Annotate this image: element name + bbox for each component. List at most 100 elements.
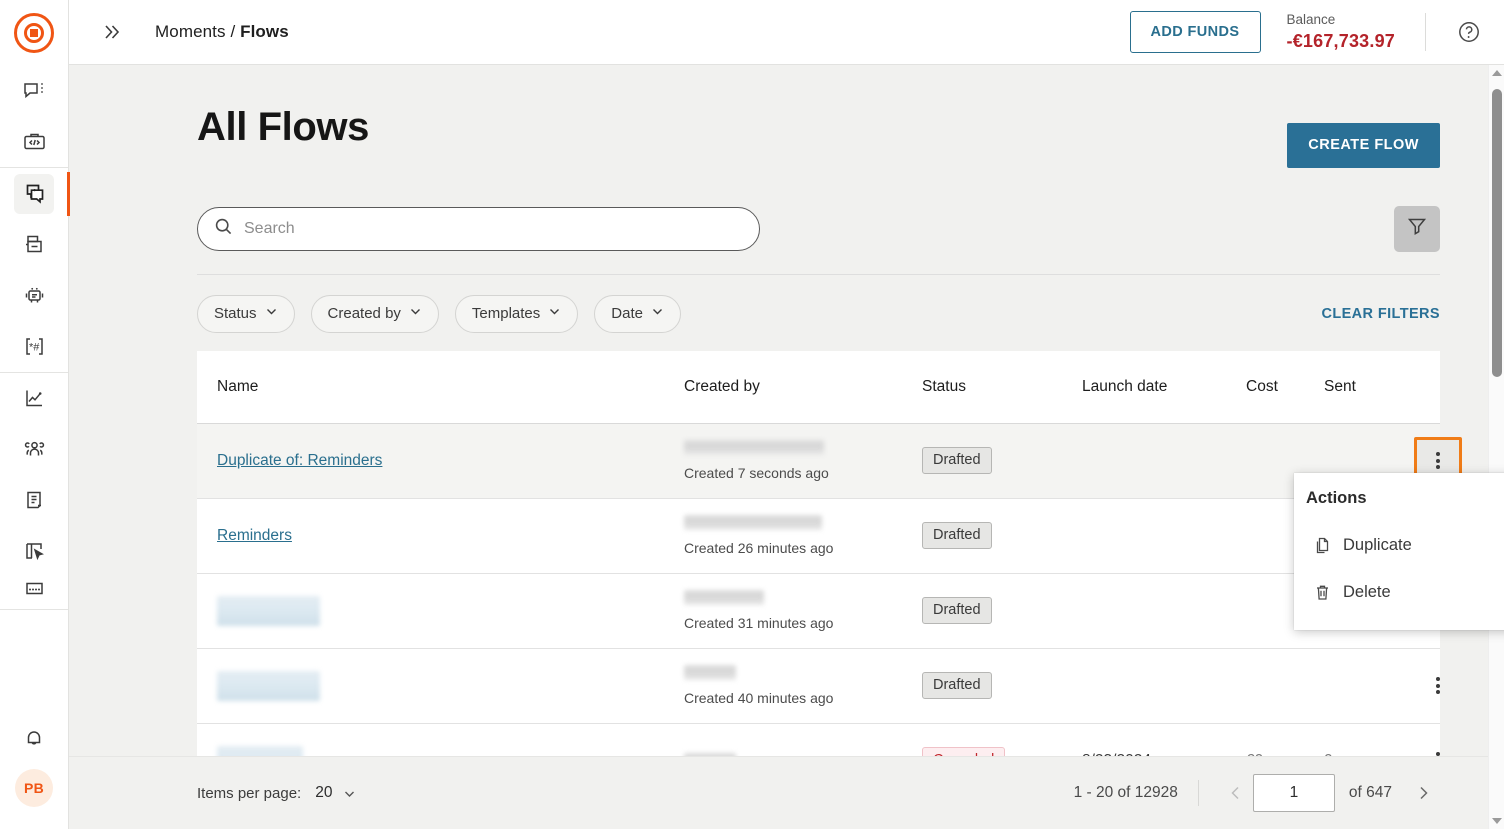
rail-group-tools (0, 373, 68, 603)
sidebar-item-bots[interactable] (0, 270, 69, 321)
shortcode-icon: *# (14, 327, 54, 367)
chevron-left-icon[interactable] (1219, 776, 1253, 810)
redacted-creator-name (684, 753, 736, 756)
filter-chip-status[interactable]: Status (197, 294, 295, 333)
search-input[interactable] (244, 219, 743, 238)
chevron-right-icon[interactable] (1406, 776, 1440, 810)
code-briefcase-icon (14, 122, 54, 162)
filter-chip-templates[interactable]: Templates (454, 294, 579, 333)
cell-name: Reminders (217, 527, 684, 545)
page-number-input[interactable] (1252, 774, 1335, 812)
cell-created-by: Created 40 minutes ago (684, 664, 922, 706)
target-logo (14, 12, 54, 53)
app-logo[interactable] (0, 0, 68, 65)
cell-sent: 0 (1324, 752, 1414, 757)
search-box[interactable] (197, 206, 760, 251)
filter-chip-label: Date (611, 305, 643, 322)
svg-text:*#: *# (29, 342, 40, 354)
filter-chip-created-by[interactable]: Created by (310, 294, 439, 333)
sidebar-item-catalog[interactable] (0, 475, 69, 526)
sidebar-item-keyboard[interactable] (0, 577, 69, 603)
notifications-bell[interactable] (0, 712, 69, 763)
body-wrapper: All Flows CREATE FLOW Search Status Crea… (69, 65, 1504, 756)
column-header-launch-date: Launch date (1082, 377, 1168, 395)
actions-dropdown: Actions Duplicate Delete (1294, 473, 1504, 630)
sidebar-item-flows[interactable] (0, 168, 70, 219)
vertical-scrollbar[interactable] (1488, 65, 1504, 829)
table-row[interactable]: Canceled 8/23/2024 €0 0 (197, 723, 1440, 757)
flows-table: Name Created by Status Launch date Cost … (197, 350, 1462, 757)
breadcrumb-separator: / (230, 22, 236, 41)
status-badge: Drafted (922, 596, 992, 625)
app-root: *# PB Moments / Flows ADD FUNDS Balance … (0, 0, 1504, 829)
pagination-bar: Items per page: 20 1 - 20 of 12928 of 64… (69, 756, 1504, 829)
sidebar-item-analytics[interactable] (0, 373, 69, 424)
balance-block: Balance -€167,733.97 (1287, 12, 1396, 53)
pager: 1 - 20 of 12928 of 647 (1074, 774, 1440, 812)
status-badge: Drafted (922, 521, 992, 550)
divider (1425, 13, 1426, 51)
cell-actions (1414, 662, 1462, 710)
cell-status: Drafted (922, 671, 1082, 700)
divider (1197, 780, 1199, 806)
cell-status: Drafted (922, 596, 1082, 625)
redacted-flow-name[interactable] (217, 745, 303, 756)
actions-menu-title: Actions (1306, 489, 1367, 507)
created-timestamp: Created 31 minutes ago (684, 614, 834, 631)
search-icon (214, 217, 233, 241)
row-actions-button[interactable] (1414, 662, 1462, 710)
menu-item-duplicate[interactable]: Duplicate (1294, 522, 1504, 569)
cell-created-by: Created 31 minutes ago (684, 589, 922, 631)
sidebar-item-broadcast[interactable] (0, 219, 69, 270)
cell-actions (1414, 737, 1462, 756)
scroll-track[interactable] (1489, 81, 1504, 813)
table-row[interactable]: Reminders Created 26 minutes ago Drafted (197, 498, 1440, 574)
scroll-thumb[interactable] (1491, 89, 1502, 377)
cell-launch-date: 8/23/2024 (1082, 752, 1246, 757)
sidebar-item-audience[interactable] (0, 424, 69, 475)
top-bar: Moments / Flows ADD FUNDS Balance -€167,… (69, 0, 1504, 65)
cell-name (217, 670, 684, 701)
redacted-flow-name[interactable] (217, 670, 320, 701)
breadcrumb-current: Flows (240, 22, 289, 41)
copy-document-icon (1313, 536, 1343, 555)
filter-toggle-button[interactable] (1394, 205, 1440, 252)
redacted-flow-name[interactable] (217, 595, 320, 626)
cell-created-by: Created 7 seconds ago (684, 439, 922, 481)
items-per-page[interactable]: Items per page: 20 (197, 784, 357, 802)
filter-chip-label: Status (214, 305, 257, 322)
trash-icon (1313, 583, 1343, 602)
funnel-icon (1406, 215, 1428, 242)
breadcrumb-parent[interactable]: Moments (155, 22, 226, 41)
balance-label: Balance (1286, 11, 1336, 27)
table-row[interactable]: Duplicate of: Reminders Created 7 second… (197, 423, 1462, 499)
menu-item-delete[interactable]: Delete (1294, 569, 1504, 616)
scroll-up-button[interactable] (1489, 65, 1504, 81)
row-actions-button[interactable] (1414, 737, 1462, 756)
search-row (197, 205, 1440, 252)
items-per-page-value: 20 (315, 784, 333, 801)
redacted-creator-name (684, 439, 824, 455)
status-badge: Drafted (922, 446, 992, 475)
table-row[interactable]: Created 31 minutes ago Drafted (197, 573, 1440, 649)
double-chevron-right-icon[interactable] (95, 15, 129, 49)
avatar[interactable]: PB (15, 769, 53, 807)
flow-name-link[interactable]: Reminders (217, 527, 292, 544)
filter-chip-date[interactable]: Date (594, 294, 681, 333)
help-circle-icon[interactable] (1452, 15, 1486, 49)
sidebar-item-developer[interactable] (0, 116, 69, 167)
table-row[interactable]: Created 40 minutes ago Drafted (197, 648, 1440, 724)
column-header-status: Status (922, 377, 966, 395)
add-funds-button[interactable]: ADD FUNDS (1129, 10, 1261, 54)
scroll-down-button[interactable] (1489, 813, 1504, 829)
chevron-down-icon[interactable] (342, 786, 357, 801)
scroll-content: All Flows CREATE FLOW Search Status Crea… (69, 65, 1504, 756)
sidebar-item-templates[interactable] (0, 526, 69, 577)
sidebar-item-numbers[interactable]: *# (0, 321, 69, 372)
total-pages-label: of 647 (1348, 784, 1392, 801)
flow-name-link[interactable]: Duplicate of: Reminders (217, 452, 382, 469)
redacted-creator-name (684, 664, 736, 680)
create-flow-button[interactable]: CREATE FLOW (1287, 123, 1440, 168)
clear-filters-button[interactable]: CLEAR FILTERS (1321, 306, 1440, 322)
sidebar-item-conversations[interactable] (0, 65, 69, 116)
